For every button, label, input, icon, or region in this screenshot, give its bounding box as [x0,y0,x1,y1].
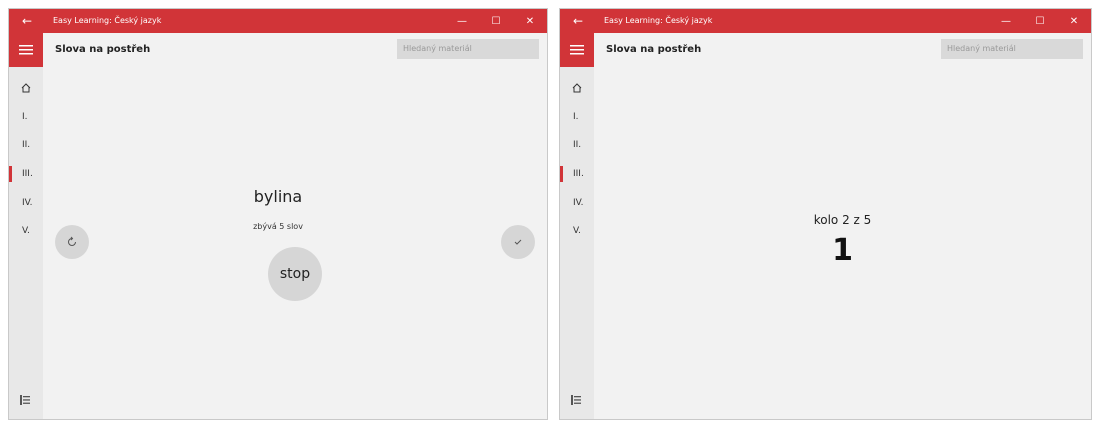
sidebar-item-2[interactable]: II. [9,135,43,155]
sidebar-item-3[interactable]: III. [9,164,43,184]
sidebar-item-label: III. [573,169,584,179]
hamburger-icon [19,45,33,55]
active-indicator [560,166,563,182]
title-bar: ← Easy Learning: Český jazyk — ☐ ✕ [9,9,547,33]
sidebar-toggle-icon[interactable] [571,395,581,405]
window-title: Easy Learning: Český jazyk [53,16,162,25]
sidebar-item-1[interactable]: I. [9,107,43,127]
hamburger-button[interactable] [560,33,594,67]
check-icon [514,239,522,245]
round-label: kolo 2 z 5 [813,213,872,227]
round-countdown: 1 [832,233,853,268]
window-title: Easy Learning: Český jazyk [604,16,713,25]
close-icon: ✕ [1069,15,1079,27]
maximize-button[interactable]: ☐ [479,9,513,33]
home-icon [572,83,582,93]
back-arrow-icon: ← [21,14,33,28]
title-bar: ← Easy Learning: Český jazyk — ☐ ✕ [560,9,1091,33]
sidebar-item-label: IV. [573,198,584,208]
sidebar-item-label: II. [22,140,31,150]
sidebar-item-3[interactable]: III. [560,164,594,184]
back-button[interactable]: ← [9,9,45,33]
back-arrow-icon: ← [572,14,584,28]
sidebar-item-label: I. [573,112,579,122]
maximize-icon: ☐ [1035,15,1045,27]
close-button[interactable]: ✕ [513,9,547,33]
sidebar-item-label: III. [22,169,33,179]
sidebar-item-home[interactable] [9,79,43,99]
minimize-icon: — [1001,15,1011,27]
close-icon: ✕ [525,15,535,27]
home-icon [21,83,31,93]
page-header: Slova na postřeh Hledaný materiál [43,33,547,67]
app-window-round: ← Easy Learning: Český jazyk — ☐ ✕ I. II… [559,8,1092,420]
minimize-button[interactable]: — [989,9,1023,33]
search-input[interactable]: Hledaný materiál [397,39,539,59]
sidebar-item-label: I. [22,112,28,122]
minimize-icon: — [457,15,467,27]
sidebar-item-1[interactable]: I. [560,107,594,127]
active-indicator [9,166,12,182]
sidebar-item-2[interactable]: II. [560,135,594,155]
maximize-button[interactable]: ☐ [1023,9,1057,33]
page-header: Slova na postřeh Hledaný materiál [594,33,1091,67]
check-button[interactable] [501,225,535,259]
sidebar-item-home[interactable] [560,79,594,99]
reset-icon [68,236,76,246]
page-title: Slova na postřeh [606,44,702,55]
page-title: Slova na postřeh [55,44,151,55]
current-word: bylina [253,187,303,206]
app-window-game: ← Easy Learning: Český jazyk — ☐ ✕ I. II… [8,8,548,420]
maximize-icon: ☐ [491,15,501,27]
back-button[interactable]: ← [560,9,596,33]
remaining-count: zbývá 5 slov [253,222,303,231]
close-button[interactable]: ✕ [1057,9,1091,33]
reset-button[interactable] [55,225,89,259]
stop-button[interactable]: stop [268,247,322,301]
search-input[interactable]: Hledaný materiál [941,39,1083,59]
sidebar-toggle-icon[interactable] [20,395,30,405]
hamburger-button[interactable] [9,33,43,67]
sidebar-item-label: II. [573,140,582,150]
sidebar-item-4[interactable]: IV. [560,193,594,213]
hamburger-icon [570,45,584,55]
minimize-button[interactable]: — [445,9,479,33]
